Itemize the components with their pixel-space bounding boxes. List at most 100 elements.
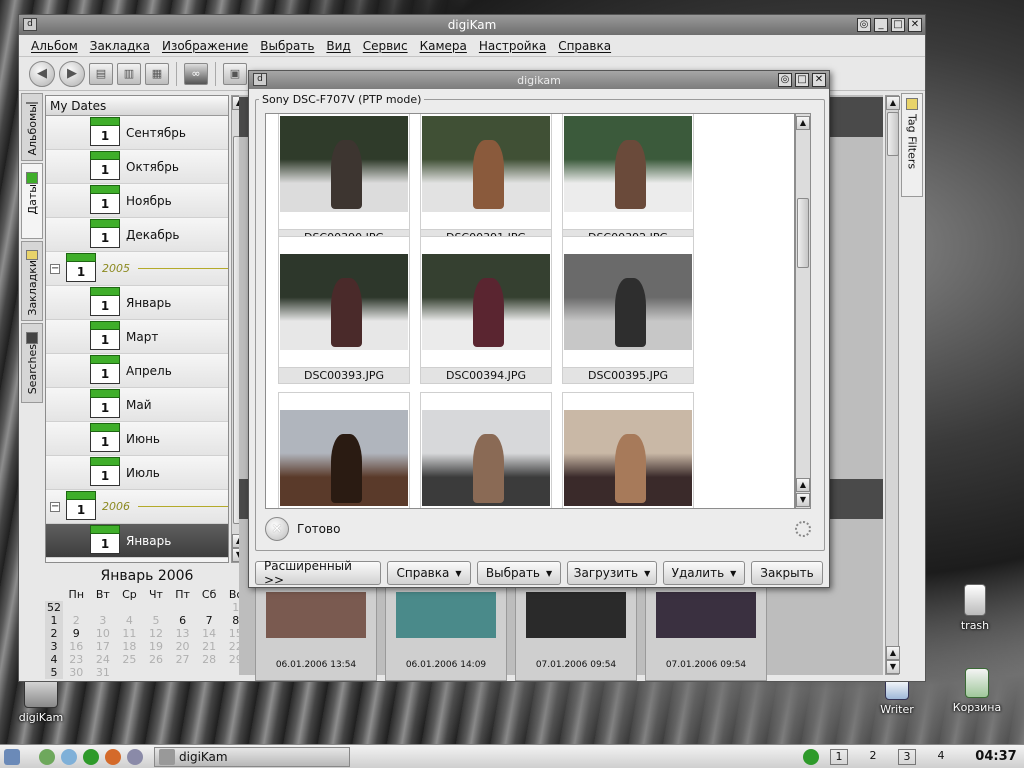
tree-month-item[interactable]: 1 Ноябрь: [46, 184, 228, 218]
tree-month-item[interactable]: 1 Май: [46, 388, 228, 422]
collapse-icon[interactable]: −: [50, 263, 60, 274]
camera-item[interactable]: [562, 392, 694, 508]
desktop-1-button[interactable]: 1: [830, 748, 848, 765]
scroll-thumb[interactable]: [887, 112, 899, 156]
desktop-icon-recycle[interactable]: Корзина: [942, 668, 1012, 714]
calendar-day[interactable]: 18: [116, 640, 143, 653]
dialog-titlebar[interactable]: d digikam ◎ □ ✕: [249, 71, 829, 89]
calendar-day[interactable]: 9: [63, 627, 90, 640]
kde-menu-icon[interactable]: [4, 748, 20, 765]
calendar-day[interactable]: 25: [116, 653, 143, 666]
new-album-icon[interactable]: ▤: [89, 62, 113, 85]
scroll-up-icon[interactable]: ▲: [886, 646, 900, 660]
select-button[interactable]: Выбрать ▼: [477, 561, 561, 585]
main-titlebar[interactable]: d digiKam ◎ _ □ ✕: [19, 15, 925, 35]
calendar-day[interactable]: 3: [90, 614, 117, 627]
camera-item[interactable]: DSC00394.JPG: [420, 236, 552, 384]
calendar-day[interactable]: 19: [143, 640, 170, 653]
advanced-button[interactable]: Расширенный >>: [255, 559, 381, 587]
calendar-day[interactable]: 14: [196, 627, 223, 640]
scroll-down-icon[interactable]: ▼: [886, 660, 900, 674]
tree-month-item[interactable]: 1 Июль: [46, 456, 228, 490]
calendar-day[interactable]: 17: [90, 640, 117, 653]
scroll-up-icon[interactable]: ▲: [886, 96, 900, 110]
tray-clover-icon[interactable]: [803, 748, 819, 765]
calendar-day[interactable]: 31: [90, 666, 117, 679]
app-menu-icon[interactable]: d: [23, 18, 37, 31]
camera-scrollbar[interactable]: ▲ ▲ ▼: [795, 113, 811, 509]
help-button[interactable]: Справка ▼: [387, 561, 471, 585]
search-icon[interactable]: [61, 748, 77, 765]
tree-month-item[interactable]: 1 Декабрь: [46, 218, 228, 252]
tab-dates[interactable]: Даты: [21, 163, 43, 239]
menu-album[interactable]: Альбом: [25, 39, 84, 53]
menu-view[interactable]: Вид: [320, 39, 356, 53]
clover-icon[interactable]: [83, 748, 99, 765]
tree-month-item[interactable]: 1 Апрель: [46, 354, 228, 388]
clock[interactable]: 04:37: [968, 749, 1024, 764]
tree-month-item[interactable]: 1 Июнь: [46, 422, 228, 456]
calendar-day[interactable]: 12: [143, 627, 170, 640]
tab-bookmarks[interactable]: Закладки: [21, 241, 43, 321]
task-digikam[interactable]: digiKam: [154, 746, 350, 767]
tree-year-item[interactable]: − 1 2005: [46, 252, 228, 286]
camera-item[interactable]: DSC00391.JPG: [420, 114, 552, 246]
date-tree[interactable]: My Dates 1 Сентябрь 1 Октябрь 1 Ноябрь 1 Декабр…: [45, 95, 229, 563]
calendar-day[interactable]: 13: [169, 627, 196, 640]
tab-searches[interactable]: Searches: [21, 323, 43, 403]
calendar-day[interactable]: 11: [116, 627, 143, 640]
menu-settings[interactable]: Настройка: [473, 39, 552, 53]
collapse-icon[interactable]: −: [50, 501, 60, 512]
tray-monitor-icon[interactable]: [781, 749, 797, 765]
calendar-day[interactable]: 16: [63, 640, 90, 653]
close-button[interactable]: Закрыть: [751, 561, 823, 585]
desktop-4-button[interactable]: 4: [932, 749, 950, 765]
tree-month-item[interactable]: 1 Март: [46, 320, 228, 354]
calendar-day[interactable]: 5: [143, 614, 170, 627]
properties-icon[interactable]: ▦: [145, 62, 169, 85]
tab-albums[interactable]: Альбомы: [21, 93, 43, 161]
calendar-day[interactable]: 6: [169, 614, 196, 627]
calendar-day[interactable]: 27: [169, 653, 196, 666]
tree-month-item[interactable]: 1 Январь: [46, 286, 228, 320]
scroll-up-icon[interactable]: ▲: [796, 116, 810, 130]
download-button[interactable]: Загрузить ▼: [567, 561, 657, 585]
tree-month-item[interactable]: 1 Октябрь: [46, 150, 228, 184]
menu-image[interactable]: Изображение: [156, 39, 254, 53]
calendar-day[interactable]: 30: [63, 666, 90, 679]
tree-month-item[interactable]: 1 Январь: [46, 524, 228, 558]
album-thumbnail[interactable]: 07.01.2006 09:54: [645, 585, 767, 681]
calendar-day[interactable]: 20: [169, 640, 196, 653]
scroll-up-icon[interactable]: ▲: [796, 478, 810, 492]
album-thumbnail[interactable]: 06.01.2006 13:54: [255, 585, 377, 681]
calendar-day[interactable]: 23: [63, 653, 90, 666]
calendar-day[interactable]: 10: [90, 627, 117, 640]
tag-filters-tab[interactable]: Tag Filters: [901, 93, 923, 197]
delete-button[interactable]: Удалить ▼: [663, 561, 745, 585]
close-icon[interactable]: ✕: [908, 18, 922, 32]
camera-item[interactable]: DSC00393.JPG: [278, 236, 410, 384]
tree-header[interactable]: My Dates: [46, 96, 228, 116]
camera-icon-view[interactable]: DSC00390.JPGDSC00391.JPGDSC00392.JPG DSC0…: [265, 113, 795, 509]
mail-icon[interactable]: [127, 748, 143, 765]
camera-item[interactable]: DSC00390.JPG: [278, 114, 410, 246]
desktop-icon-writer[interactable]: Writer: [862, 678, 932, 716]
calendar-day[interactable]: 2: [63, 614, 90, 627]
calendar-day[interactable]: 7: [196, 614, 223, 627]
stop-icon[interactable]: ✕: [265, 517, 289, 541]
forward-icon[interactable]: ▶: [59, 60, 85, 87]
calendar-day[interactable]: 28: [196, 653, 223, 666]
tree-year-item[interactable]: − 1 2006: [46, 490, 228, 524]
album-thumbnail[interactable]: 07.01.2006 09:54: [515, 585, 637, 681]
menu-tools[interactable]: Сервис: [357, 39, 414, 53]
scroll-down-icon[interactable]: ▼: [796, 493, 810, 507]
delete-album-icon[interactable]: ▥: [117, 62, 141, 85]
desktop-3-button[interactable]: 3: [898, 748, 916, 765]
back-icon[interactable]: ◀: [29, 60, 55, 87]
sticky-icon[interactable]: ◎: [778, 73, 792, 87]
firefox-icon[interactable]: [105, 748, 121, 765]
camera-item[interactable]: DSC00392.JPG: [562, 114, 694, 246]
album-thumbnail[interactable]: 06.01.2006 14:09: [385, 585, 507, 681]
calendar-day[interactable]: 24: [90, 653, 117, 666]
network-icon[interactable]: [39, 748, 55, 765]
